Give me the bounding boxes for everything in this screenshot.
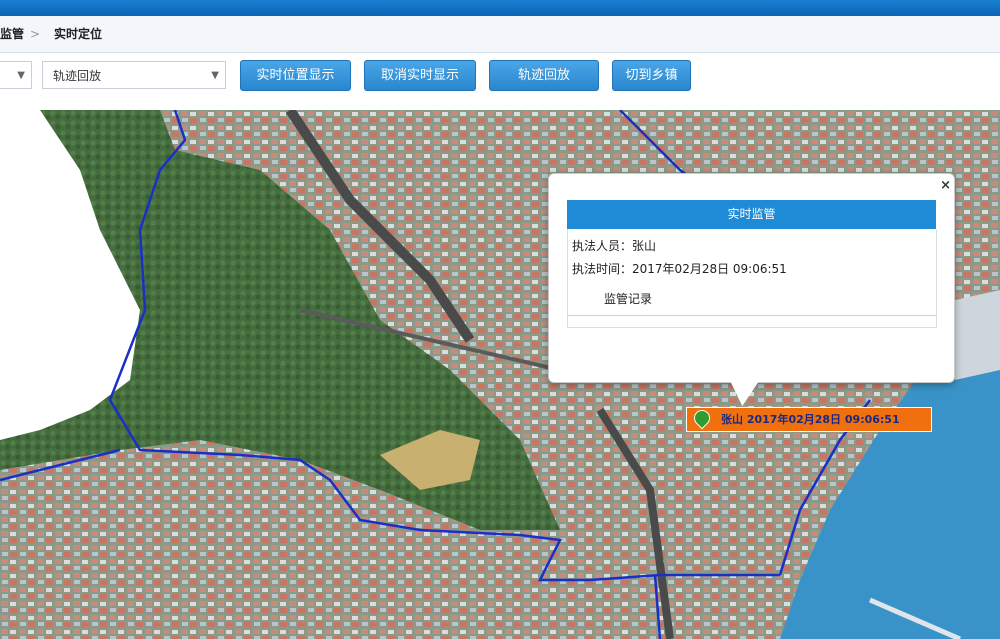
time-value: 2017年02月28日 09:06:51	[632, 262, 787, 276]
chevron-down-icon: ▼	[17, 70, 25, 81]
breadcrumb-current: 实时定位	[54, 27, 103, 41]
toolbar: ▼ 轨迹回放 ▼ 实时位置显示 取消实时显示 轨迹回放 切到乡镇	[0, 53, 1000, 110]
officer-value: 张山	[632, 239, 657, 253]
filter-select[interactable]: ▼	[0, 61, 32, 89]
track-playback-button[interactable]: 轨迹回放	[489, 60, 599, 91]
breadcrumb-separator: >	[30, 27, 41, 41]
top-banner	[0, 0, 1000, 16]
popup-pointer	[729, 380, 765, 406]
time-label: 执法时间：	[572, 262, 633, 276]
chevron-down-icon: ▼	[211, 70, 219, 81]
marker-label[interactable]: 张山 2017年02月28日 09:06:51	[686, 407, 932, 432]
breadcrumb: 监管 > 实时定位	[0, 16, 1000, 53]
breadcrumb-parent[interactable]: 监管	[0, 16, 24, 52]
time-row: 执法时间：2017年02月28日 09:06:51	[572, 260, 787, 277]
officer-label: 执法人员：	[572, 239, 633, 253]
popup-title: 实时监管	[567, 200, 936, 229]
switch-town-button[interactable]: 切到乡镇	[612, 60, 691, 91]
mode-select-value: 轨迹回放	[53, 69, 102, 83]
cancel-realtime-button[interactable]: 取消实时显示	[364, 60, 476, 91]
officer-row: 执法人员：张山	[572, 237, 656, 254]
close-icon[interactable]: ×	[940, 178, 951, 193]
realtime-info-popup: × 实时监管 执法人员：张山 执法时间：2017年02月28日 09:06:51…	[548, 173, 955, 383]
realtime-position-button[interactable]: 实时位置显示	[240, 60, 351, 91]
tab-supervision-record[interactable]: 监管记录	[569, 284, 687, 314]
divider	[567, 315, 936, 316]
mode-select[interactable]: 轨迹回放 ▼	[42, 61, 226, 89]
